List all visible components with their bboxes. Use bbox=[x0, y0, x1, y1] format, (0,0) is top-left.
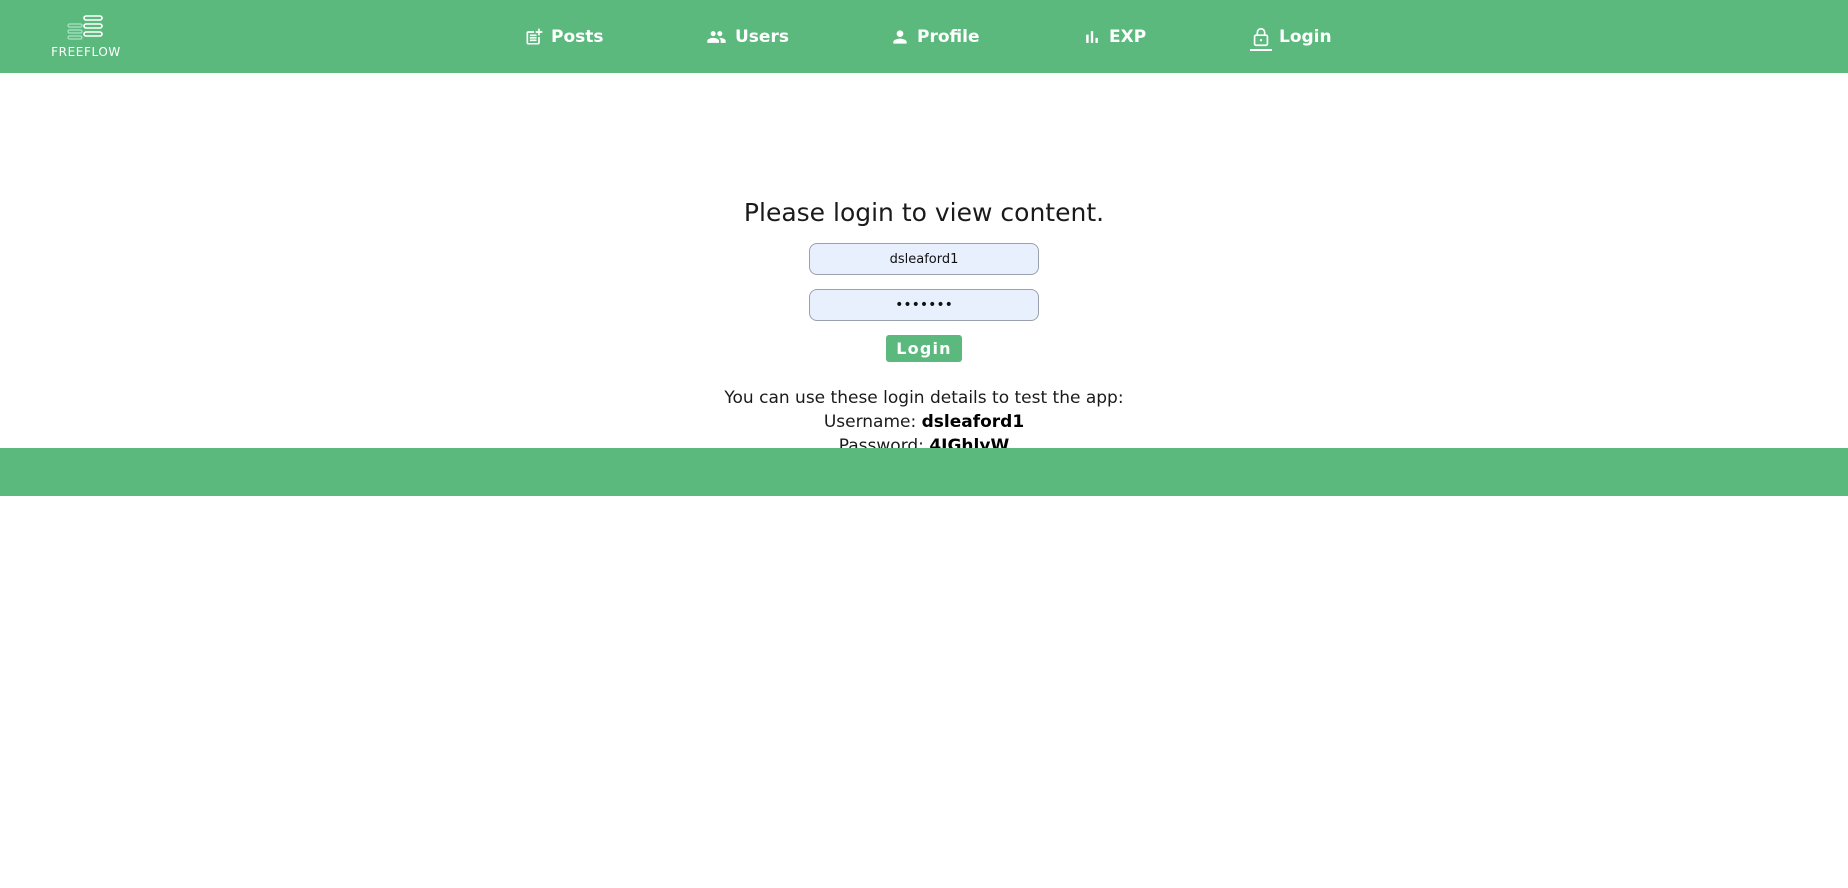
nav-item-login[interactable]: Login bbox=[1250, 0, 1332, 73]
login-button[interactable]: Login bbox=[886, 335, 962, 362]
page-title: Please login to view content. bbox=[743, 198, 1105, 227]
footer-bar bbox=[0, 448, 1848, 496]
lock-icon bbox=[1250, 27, 1272, 51]
top-navbar: FREEFLOW Posts Users Profile EXP Login bbox=[0, 0, 1848, 73]
nav-label-login: Login bbox=[1279, 26, 1332, 47]
nav-label-users: Users bbox=[735, 26, 789, 47]
nav-item-exp[interactable]: EXP bbox=[1082, 0, 1146, 73]
nav-label-posts: Posts bbox=[551, 26, 604, 47]
hint-intro: You can use these login details to test … bbox=[724, 388, 1124, 408]
hint-username-value: dsleaford1 bbox=[921, 412, 1025, 432]
login-section: Please login to view content. Login You … bbox=[0, 73, 1848, 456]
username-input[interactable] bbox=[809, 243, 1039, 275]
post-add-icon bbox=[526, 28, 543, 44]
bar-chart-icon bbox=[1086, 30, 1098, 43]
nav-item-posts[interactable]: Posts bbox=[524, 0, 604, 73]
person-icon bbox=[893, 29, 907, 44]
password-input[interactable] bbox=[809, 289, 1039, 321]
users-icon bbox=[707, 30, 726, 43]
nav-label-exp: EXP bbox=[1109, 26, 1147, 47]
hint-username-label: Username: bbox=[823, 412, 917, 432]
nav-label-profile: Profile bbox=[917, 26, 980, 47]
nav-item-users[interactable]: Users bbox=[705, 0, 789, 73]
hint-username-row: Username: dsleaford1 bbox=[0, 410, 1848, 434]
nav-item-profile[interactable]: Profile bbox=[890, 0, 979, 73]
main-nav: Posts Users Profile EXP Login bbox=[0, 0, 1848, 73]
